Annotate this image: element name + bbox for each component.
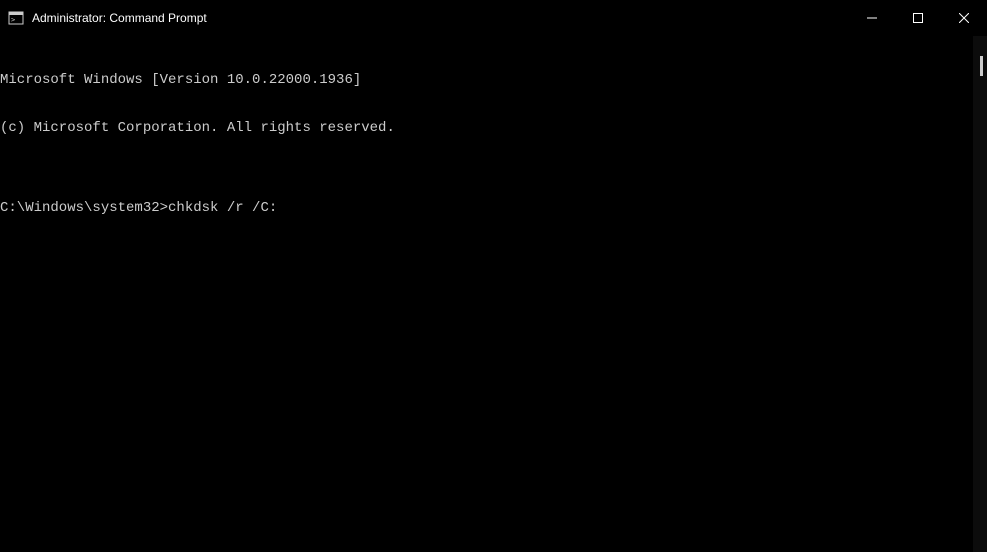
svg-text:>_: >_ [11, 16, 20, 24]
window-title: Administrator: Command Prompt [32, 11, 207, 25]
output-line-version: Microsoft Windows [Version 10.0.22000.19… [0, 72, 987, 88]
command-input[interactable]: chkdsk /r /C: [168, 200, 277, 216]
cmd-icon: >_ [8, 10, 24, 26]
output-line-copyright: (c) Microsoft Corporation. All rights re… [0, 120, 987, 136]
minimize-button[interactable] [849, 0, 895, 36]
scrollbar-track[interactable] [973, 36, 987, 552]
maximize-button[interactable] [895, 0, 941, 36]
terminal-output: Microsoft Windows [Version 10.0.22000.19… [0, 40, 987, 248]
close-button[interactable] [941, 0, 987, 36]
window-controls [849, 0, 987, 36]
scrollbar-thumb[interactable] [980, 56, 983, 76]
titlebar: >_ Administrator: Command Prompt [0, 0, 987, 36]
terminal-area[interactable]: Microsoft Windows [Version 10.0.22000.19… [0, 36, 987, 552]
titlebar-left: >_ Administrator: Command Prompt [8, 10, 207, 26]
prompt-line: C:\Windows\system32>chkdsk /r /C: [0, 200, 987, 216]
prompt-path: C:\Windows\system32> [0, 200, 168, 216]
